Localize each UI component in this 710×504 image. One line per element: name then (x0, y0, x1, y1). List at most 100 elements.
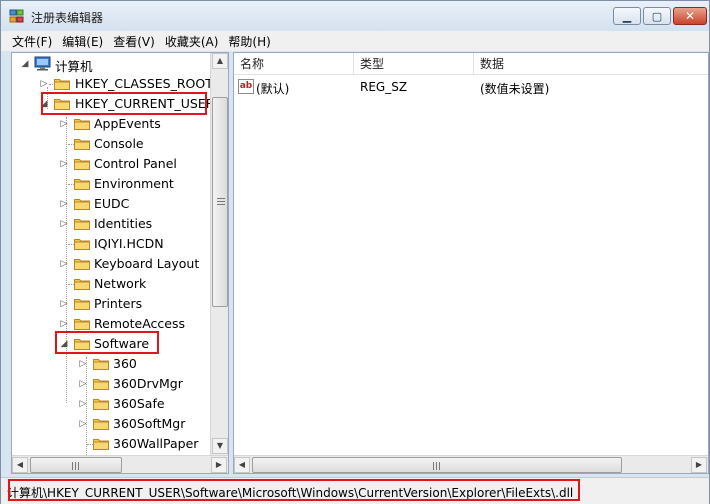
tree-node-hkey-classes-root[interactable]: ▷ HKEY_CLASSES_ROOT (12, 74, 213, 94)
expand-icon[interactable]: ▷ (59, 319, 69, 329)
tree-node-label: Network (94, 276, 147, 291)
tree-node-environment[interactable]: Environment (12, 174, 210, 194)
folder-icon (74, 117, 90, 130)
folder-icon (74, 337, 90, 350)
menu-help[interactable]: 帮助(H) (223, 33, 275, 50)
list-item[interactable]: ab (默认) REG_SZ (数值未设置) (234, 77, 708, 97)
tree-node-label: RemoteAccess (94, 316, 186, 331)
tree-node-label: Environment (94, 176, 174, 191)
folder-icon (74, 217, 90, 230)
tree-node-label: Software (94, 336, 150, 351)
tree-node-label: 360DrvMgr (113, 376, 183, 391)
scroll-thumb[interactable] (252, 457, 622, 473)
maximize-button[interactable]: ▢ (643, 7, 671, 25)
tree-node-software[interactable]: ◢ Software (12, 334, 210, 354)
tree-node-control-panel[interactable]: ▷ Control Panel (12, 154, 210, 174)
tree-node-label: HKEY_CURRENT_USER (75, 96, 215, 111)
value-type: REG_SZ (360, 80, 408, 94)
menu-view[interactable]: 查看(V) (108, 33, 160, 50)
scroll-right-button[interactable]: ▶ (211, 457, 227, 473)
key-tree-pane[interactable]: ◢ 计算机 ▷ HKEY_CLASSES_ROOT ◢ HKEY_CURRENT… (11, 52, 229, 474)
column-header-name[interactable]: 名称 (234, 53, 354, 75)
registry-editor-icon (9, 8, 25, 24)
expand-icon[interactable]: ▷ (78, 379, 88, 389)
expand-icon[interactable]: ▷ (59, 159, 69, 169)
tree-node-label: AppEvents (94, 116, 161, 131)
folder-icon (54, 97, 70, 110)
tree-node-computer[interactable]: ◢ 计算机 (12, 54, 210, 74)
window-title: 注册表编辑器 (31, 11, 104, 25)
tree-node-label: IQIYI.HCDN (94, 236, 164, 251)
tree-node-console[interactable]: Console (12, 134, 210, 154)
collapse-icon[interactable]: ◢ (20, 59, 30, 69)
collapse-icon[interactable]: ◢ (59, 339, 69, 349)
column-header-data[interactable]: 数据 (474, 53, 708, 75)
tree-node-label: 计算机 (55, 59, 93, 74)
menu-file[interactable]: 文件(F) (7, 33, 57, 50)
folder-icon (74, 237, 90, 250)
tree-node-label: EUDC (94, 196, 130, 211)
scroll-left-button[interactable]: ◀ (234, 457, 250, 473)
folder-icon (74, 137, 90, 150)
scroll-thumb[interactable] (30, 457, 122, 473)
tree-node-label: Printers (94, 296, 143, 311)
folder-icon (93, 357, 109, 370)
scroll-left-button[interactable]: ◀ (12, 457, 28, 473)
expand-icon[interactable]: ▷ (59, 199, 69, 209)
close-button[interactable]: ✕ (673, 7, 707, 25)
tree-node-eudc[interactable]: ▷ EUDC (12, 194, 210, 214)
scroll-right-button[interactable]: ▶ (691, 457, 707, 473)
column-header-type[interactable]: 类型 (354, 53, 474, 75)
tree-node-label: HKEY_CLASSES_ROOT (75, 76, 213, 91)
value-data: (数值未设置) (480, 82, 550, 96)
expand-icon[interactable]: ▷ (59, 299, 69, 309)
registry-editor-window: 注册表编辑器 ▁ ▢ ✕ 文件(F) 编辑(E) 查看(V) 收藏夹(A) 帮助… (0, 0, 710, 504)
scroll-down-button[interactable]: ▼ (212, 438, 228, 454)
expand-icon[interactable]: ▷ (78, 359, 88, 369)
scroll-thumb[interactable] (212, 97, 228, 307)
tree-node-360drvmgr[interactable]: ▷ 360DrvMgr (12, 374, 210, 394)
tree-node-iqiyi-hcdn[interactable]: IQIYI.HCDN (12, 234, 210, 254)
maximize-icon: ▢ (651, 9, 663, 23)
folder-icon (93, 437, 109, 450)
expand-icon[interactable]: ▷ (39, 79, 49, 89)
folder-icon (74, 257, 90, 270)
tree-node-label: Keyboard Layout (94, 256, 200, 271)
tree-node-hkey-current-user[interactable]: ◢ HKEY_CURRENT_USER (12, 94, 215, 114)
tree-node-360[interactable]: ▷ 360 (12, 354, 210, 374)
minimize-button[interactable]: ▁ (613, 7, 641, 25)
tree-node-network[interactable]: Network (12, 274, 210, 294)
list-horizontal-scrollbar[interactable]: ◀ ▶ (234, 455, 708, 473)
tree-node-keyboard-layout[interactable]: ▷ Keyboard Layout (12, 254, 210, 274)
menu-edit[interactable]: 编辑(E) (57, 33, 108, 50)
tree-horizontal-scrollbar[interactable]: ◀ ▶ (12, 455, 228, 473)
tree-node-remoteaccess[interactable]: ▷ RemoteAccess (12, 314, 210, 334)
tree-node-printers[interactable]: ▷ Printers (12, 294, 210, 314)
expand-icon[interactable]: ▷ (59, 219, 69, 229)
status-path: 计算机\HKEY_CURRENT_USER\Software\Microsoft… (7, 486, 574, 500)
tree-node-360softmgr[interactable]: ▷ 360SoftMgr (12, 414, 210, 434)
tree-vertical-scrollbar[interactable]: ▲ ▼ (210, 53, 228, 455)
value-list-pane[interactable]: 名称 类型 数据 ab (默认) REG_SZ (数值未设置) ◀ ▶ (233, 52, 709, 474)
list-header: 名称 类型 数据 (234, 53, 708, 75)
expand-icon[interactable]: ▷ (78, 399, 88, 409)
scroll-up-button[interactable]: ▲ (212, 53, 228, 69)
computer-icon (34, 56, 51, 71)
folder-icon (93, 397, 109, 410)
folder-icon (54, 77, 70, 90)
tree-node-360safe[interactable]: ▷ 360Safe (12, 394, 210, 414)
tree-node-label: 360SoftMgr (113, 416, 186, 431)
tree-node-appevents[interactable]: ▷ AppEvents (12, 114, 210, 134)
title-bar[interactable]: 注册表编辑器 ▁ ▢ ✕ (1, 1, 709, 31)
tree-node-identities[interactable]: ▷ Identities (12, 214, 210, 234)
collapse-icon[interactable]: ◢ (39, 99, 49, 109)
tree-node-label: Console (94, 136, 144, 151)
folder-icon (93, 377, 109, 390)
menu-favorites[interactable]: 收藏夹(A) (160, 33, 224, 50)
expand-icon[interactable]: ▷ (78, 419, 88, 429)
tree-node-360wallpaper[interactable]: 360WallPaper (12, 434, 210, 454)
expand-icon[interactable]: ▷ (59, 119, 69, 129)
expand-icon[interactable]: ▷ (59, 259, 69, 269)
folder-icon (74, 157, 90, 170)
string-value-icon: ab (238, 79, 254, 94)
